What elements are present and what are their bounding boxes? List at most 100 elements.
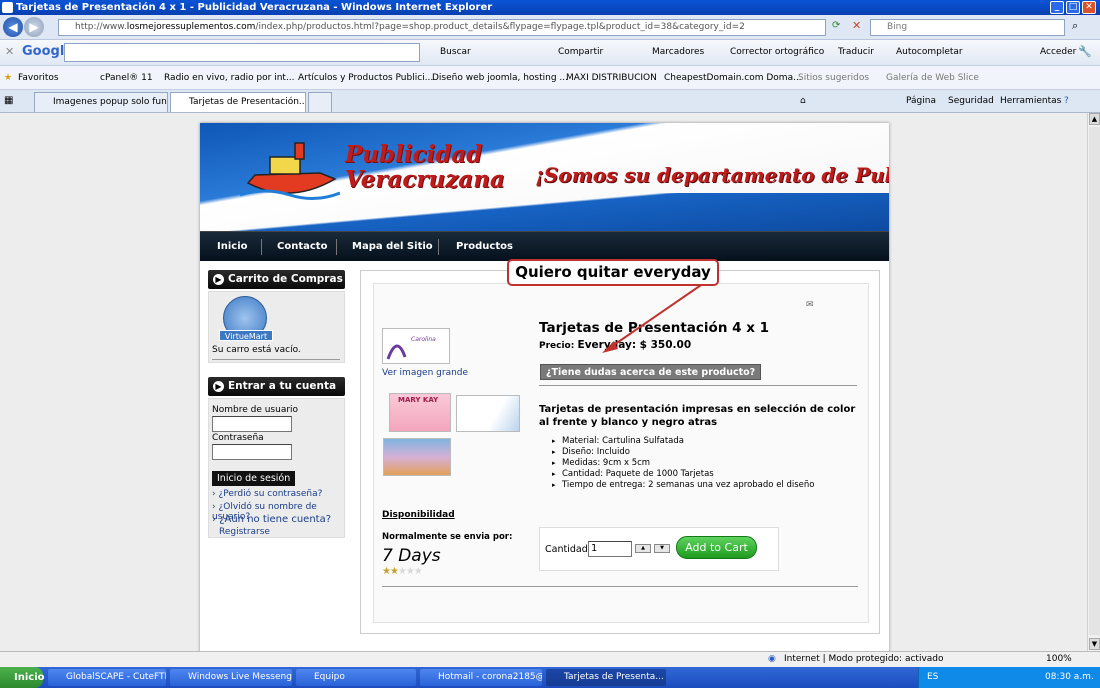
refresh-icon[interactable]: ⟳ [832, 20, 840, 31]
nav-contacto[interactable]: Contacto [277, 241, 327, 252]
star-empty-icon: ★ [413, 566, 423, 577]
address-input[interactable]: http://www.losmejoressuplementos.com/ind… [58, 19, 826, 36]
view-large-image-link[interactable]: Ver imagen grande [382, 368, 468, 378]
task-messenger[interactable]: Windows Live Messenger [170, 669, 292, 686]
logo-line1: Publicidad [345, 141, 483, 168]
add-to-cart-button[interactable]: Add to Cart [676, 536, 757, 559]
ie-icon [2, 2, 13, 13]
close-window-button[interactable]: ✕ [1082, 1, 1096, 14]
product-specs: Material: Cartulina Sulfatada Diseño: In… [552, 436, 815, 491]
globe-icon: ◉ [768, 654, 776, 664]
task-tarjetas[interactable]: Tarjetas de Presenta... [546, 669, 666, 686]
login-button[interactable]: Inicio de sesión [212, 471, 296, 486]
scroll-down-icon[interactable]: ▼ [1089, 638, 1100, 650]
thumb-marykay-brand: MARY KAY [398, 396, 439, 404]
register-link[interactable]: Registrarse [219, 527, 270, 537]
fav-item-maxi[interactable]: MAXI DISTRIBUCION [566, 73, 657, 83]
window-titlebar: Tarjetas de Presentación 4 x 1 - Publici… [0, 0, 1100, 15]
minimize-button[interactable]: _ [1050, 1, 1064, 14]
wrench-icon[interactable]: 🔧 [1078, 45, 1092, 58]
site-header: Publicidad Veracruzana ¡Somos su departa… [200, 123, 889, 231]
product-divider [539, 385, 857, 386]
fav-item-joomla[interactable]: Diseño web joomla, hosting ... [432, 73, 568, 83]
zoom-level[interactable]: 100% [1046, 652, 1072, 667]
start-button[interactable]: Inicio [0, 667, 45, 688]
tab-tarjetas[interactable]: Tarjetas de Presentación... [170, 92, 306, 112]
task-equipo[interactable]: Equipo [296, 669, 416, 686]
google-toolbar: ✕ Google Buscar Compartir Marcadores Cor… [0, 40, 1100, 66]
page-scrollbar[interactable]: ▲ ▼ [1087, 113, 1100, 651]
maximize-button[interactable]: □ [1066, 1, 1080, 14]
fav-item-cpanel[interactable]: cPanel® 11 [100, 73, 153, 83]
annotation-callout: Quiero quitar everyday [507, 259, 719, 286]
quantity-down-button[interactable]: ▼ [654, 544, 670, 553]
close-toolbar-icon[interactable]: ✕ [5, 45, 14, 58]
product-description: Tarjetas de presentación impresas en sel… [539, 404, 856, 428]
stop-icon[interactable]: ✕ [852, 19, 861, 32]
thumb-card-3[interactable] [383, 438, 451, 476]
thumb-card-2[interactable] [456, 395, 520, 432]
email-icon[interactable]: ✉ [806, 300, 814, 310]
tab-imagenes[interactable]: Imagenes popup solo funcio... [34, 92, 168, 112]
new-tab-button[interactable] [308, 92, 332, 112]
scroll-thumb[interactable] [1089, 127, 1100, 635]
add-to-cart-box: Cantidad: 1 ▲ ▼ Add to Cart [539, 527, 779, 571]
rating-stars: ★★★★★ [382, 566, 423, 577]
nav-mapa-sitio[interactable]: Mapa del Sitio [352, 241, 433, 252]
fav-item-articulos[interactable]: Artículos y Productos Publici... [298, 73, 433, 83]
fav-item-sitios[interactable]: Sitios sugeridos [798, 73, 869, 83]
thumb-marykay[interactable]: MARY KAY [389, 393, 451, 432]
forgot-password-link[interactable]: › ¿Perdió su contraseña? [212, 489, 322, 499]
acceder-button[interactable]: Acceder [1040, 47, 1076, 57]
spec-item: Tiempo de entrega: 2 semanas una vez apr… [552, 480, 815, 491]
username-label: Nombre de usuario [212, 405, 299, 415]
scroll-up-icon[interactable]: ▲ [1089, 113, 1100, 125]
fav-item-cheapestdomain[interactable]: CheapestDomain.com Doma... [664, 73, 802, 83]
fav-item-radio[interactable]: Radio en vivo, radio por int... [164, 73, 295, 83]
buscar-button[interactable]: Buscar [440, 47, 471, 57]
back-icon[interactable]: ◀ [3, 17, 23, 37]
seguridad-menu[interactable]: Seguridad [948, 96, 994, 106]
traducir-button[interactable]: Traducir [838, 47, 874, 57]
corrector-button[interactable]: Corrector ortográfico [730, 47, 824, 57]
ships-label: Normalmente se envia por: [382, 532, 513, 542]
cart-empty-text: Su carro está vacío. [212, 345, 301, 355]
fav-item-webslice[interactable]: Galería de Web Slice [886, 73, 979, 83]
ask-question-button[interactable]: ¿Tiene dudas acerca de este producto? [540, 364, 762, 380]
star-empty-icon: ★ [405, 566, 415, 577]
quantity-label: Cantidad: [545, 544, 591, 555]
quick-tabs-icon[interactable]: ▦ [4, 95, 13, 106]
spec-item: Cantidad: Paquete de 1000 Tarjetas [552, 469, 815, 480]
task-hotmail[interactable]: Hotmail - corona2185@h... [420, 669, 542, 686]
password-input[interactable] [212, 444, 292, 460]
herramientas-menu[interactable]: Herramientas [1000, 96, 1061, 106]
nav-productos[interactable]: Productos [456, 241, 513, 252]
search-icon[interactable]: ⌕ [1072, 19, 1078, 33]
boat-logo-icon [240, 142, 340, 200]
spec-item: Material: Cartulina Sulfatada [552, 436, 815, 447]
compartir-button[interactable]: Compartir [558, 47, 603, 57]
help-icon[interactable]: ? [1064, 96, 1069, 106]
spec-item: Medidas: 9cm x 5cm [552, 458, 815, 469]
pagina-menu[interactable]: Página [906, 96, 936, 106]
search-input[interactable]: Bing [870, 19, 1065, 36]
autocompletar-button[interactable]: Autocompletar [896, 47, 963, 57]
nav-inicio[interactable]: Inicio [217, 241, 248, 252]
quantity-input[interactable]: 1 [588, 541, 632, 557]
product-bottom-divider [382, 586, 858, 587]
username-input[interactable] [212, 416, 292, 432]
favorites-button[interactable]: Favoritos [18, 73, 59, 83]
home-icon[interactable]: ⌂ [800, 96, 806, 106]
marcadores-button[interactable]: Marcadores [652, 47, 704, 57]
arrow-right-icon: ▶ [213, 381, 224, 392]
forward-icon[interactable]: ▶ [24, 17, 44, 37]
language-indicator[interactable]: ES [927, 667, 938, 688]
page-viewport: Publicidad Veracruzana ¡Somos su departa… [0, 113, 1087, 651]
arrow-right-icon: ▶ [213, 274, 224, 285]
availability-label: Disponibilidad [382, 510, 455, 520]
quantity-up-button[interactable]: ▲ [635, 544, 651, 553]
no-account-text: › ¿Aún no tiene cuenta? [212, 514, 332, 525]
task-cuteftp[interactable]: GlobalSCAPE - CuteFTP ... [48, 669, 166, 686]
product-main-image[interactable]: Carolina [382, 328, 450, 364]
google-search-input[interactable] [64, 43, 420, 62]
